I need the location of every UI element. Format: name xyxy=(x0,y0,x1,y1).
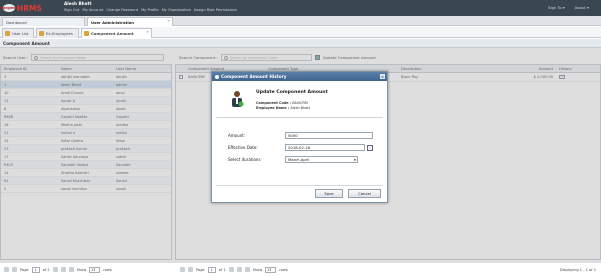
app-name: HRMS xyxy=(17,3,42,13)
close-subtab-icon[interactable]: ✕ xyxy=(146,30,149,34)
save-button[interactable]: Save xyxy=(315,189,343,198)
next-page-button[interactable] xyxy=(228,267,234,272)
dialog-title-bar[interactable]: Component Amount History × xyxy=(212,72,387,81)
rows-per-page-select[interactable]: 15 xyxy=(265,266,277,273)
my-organization-link[interactable]: My Organization xyxy=(162,8,191,12)
change-password-link[interactable]: Change Password xyxy=(106,8,138,12)
employee-avatar-icon xyxy=(232,91,244,107)
app-header: Orangehrm HRMS Alesh Bhatt Sign Out My A… xyxy=(0,0,601,16)
employee-name-line: Employee Name : Alesh Bhatt xyxy=(256,106,310,110)
my-account-link[interactable]: My Account xyxy=(83,8,104,12)
effective-date-field[interactable]: 2018-02-16 xyxy=(285,144,365,151)
dialog-header: Update Component Amount Component Code :… xyxy=(216,84,383,118)
component-code-label: Component Code : xyxy=(256,101,292,105)
about-menu[interactable]: About ▾ xyxy=(575,5,589,10)
page-input[interactable]: 1 xyxy=(31,266,40,273)
display-count: Displaying 1 - 1 of 1 xyxy=(560,265,596,274)
tab-ex-employees-label: Ex-Employees xyxy=(46,31,73,36)
rows-per-page-select[interactable]: 15 xyxy=(89,266,101,273)
amount-row: Amount: 5000 xyxy=(228,131,388,140)
dialog-divider xyxy=(216,185,383,186)
tab-user-administration[interactable]: User Administration ✕ xyxy=(87,17,173,26)
cancel-button[interactable]: Cancel xyxy=(348,189,381,198)
page-input[interactable]: 1 xyxy=(207,266,216,273)
display-count-label: Displaying 1 - 1 of 1 xyxy=(559,267,596,272)
user-name: Alesh Bhatt xyxy=(64,1,92,6)
my-profile-link[interactable]: My Profile xyxy=(141,8,159,12)
effective-date-row: Effective Date: 2018-02-16 xyxy=(228,143,388,152)
page-label: Page xyxy=(20,267,29,272)
close-icon[interactable]: × xyxy=(380,74,385,79)
tab-ex-employees[interactable]: Ex-Employees xyxy=(36,28,79,38)
first-page-button[interactable] xyxy=(180,267,185,272)
of-pages-label: of 2 xyxy=(42,267,50,272)
component-code-value: BASICPAY xyxy=(292,101,309,105)
top-tab-bar: Dashboard User Administration ✕ xyxy=(0,16,601,26)
component-amount-icon xyxy=(84,31,89,36)
last-page-button[interactable] xyxy=(236,267,242,272)
logo[interactable]: Orangehrm HRMS xyxy=(0,3,42,13)
assign-role-permissions-link[interactable]: Assign Role Permissions xyxy=(194,8,237,12)
last-page-button[interactable] xyxy=(60,267,66,272)
tab-user-list[interactable]: User List xyxy=(2,28,34,38)
amount-field[interactable]: 5000 xyxy=(285,132,373,139)
tab-user-list-label: User List xyxy=(12,31,29,36)
header-right-links: Sign To ▾ About ▾ xyxy=(548,5,589,10)
logo-mark: Orangehrm xyxy=(0,4,20,12)
of-pages-label: of 1 xyxy=(218,267,226,272)
amount-label: Amount: xyxy=(228,133,246,138)
left-pager: Page 1 of 2 Show 15 rows xyxy=(4,265,112,274)
tab-dashboard-label: Dashboard xyxy=(6,19,27,25)
show-label: Show xyxy=(252,267,263,272)
ex-employees-icon xyxy=(39,31,44,36)
sign-out-link[interactable]: Sign Out xyxy=(64,8,80,12)
durations-row: Select durations March,April ▼ xyxy=(228,155,388,164)
chevron-down-icon: ▼ xyxy=(353,157,356,162)
refresh-button[interactable] xyxy=(244,267,250,272)
tab-component-amount[interactable]: Component Amount ✕ xyxy=(81,28,152,38)
durations-value: March,April xyxy=(288,157,310,162)
close-tab-icon[interactable]: ✕ xyxy=(167,19,170,23)
page-label: Page xyxy=(196,267,205,272)
calendar-icon[interactable] xyxy=(367,144,373,151)
effective-date-label: Effective Date: xyxy=(228,145,258,150)
dialog-icon xyxy=(215,74,219,79)
section-title: Component Amount xyxy=(0,39,601,48)
tab-dashboard[interactable]: Dashboard xyxy=(2,17,85,26)
rows-label: rows xyxy=(279,267,288,272)
component-amount-history-dialog: Component Amount History × Update Compon… xyxy=(211,71,388,203)
prev-page-button[interactable] xyxy=(188,267,193,272)
dialog-title: Component Amount History xyxy=(221,74,287,79)
refresh-button[interactable] xyxy=(68,267,74,272)
user-list-icon xyxy=(5,31,10,36)
prev-page-button[interactable] xyxy=(12,267,17,272)
sign-to-menu[interactable]: Sign To ▾ xyxy=(548,5,565,10)
rows-label: rows xyxy=(103,267,112,272)
right-pager: Page 1 of 1 Show 15 rows xyxy=(180,265,288,274)
tab-component-amount-label: Component Amount xyxy=(91,31,134,36)
user-links: Sign Out My Account Change Password My P… xyxy=(64,8,237,12)
component-code-line: Component Code : BASICPAY xyxy=(256,101,308,105)
durations-label: Select durations xyxy=(228,157,261,162)
next-page-button[interactable] xyxy=(52,267,58,272)
dialog-heading: Update Component Amount xyxy=(256,90,328,95)
first-page-button[interactable] xyxy=(4,267,9,272)
sub-tab-bar: User List Ex-Employees Component Amount … xyxy=(0,27,601,38)
employee-name-label: Employee Name : xyxy=(256,106,290,110)
tab-user-administration-label: User Administration xyxy=(91,19,134,25)
employee-name-value: Alesh Bhatt xyxy=(290,106,310,110)
user-block: Alesh Bhatt Sign Out My Account Change P… xyxy=(64,1,237,12)
show-label: Show xyxy=(76,267,87,272)
durations-select[interactable]: March,April ▼ xyxy=(285,156,358,163)
